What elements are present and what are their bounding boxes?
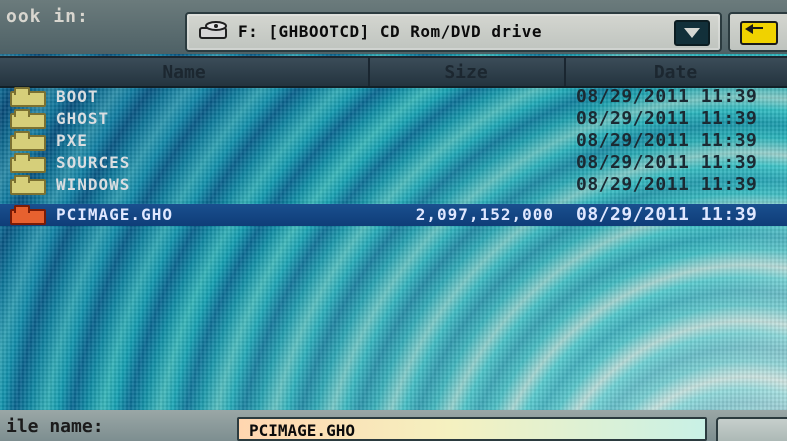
folder-icon (10, 131, 46, 151)
file-name: GHOST (56, 109, 110, 128)
file-size (368, 86, 554, 108)
column-header-name[interactable]: Name (0, 58, 370, 86)
top-bar: ook in: F: [GHBOOTCD] CD Rom/DVD drive (0, 0, 787, 54)
file-list-header: Name Size Date (0, 56, 787, 88)
up-one-level-button[interactable] (728, 12, 787, 52)
file-name-input[interactable]: PCIMAGE.GHO (237, 417, 707, 441)
folder-icon (10, 109, 46, 129)
folder-icon (10, 87, 46, 107)
column-header-date[interactable]: Date (564, 58, 787, 86)
open-button[interactable] (716, 417, 787, 441)
file-size (368, 130, 554, 152)
folder-icon (10, 153, 46, 173)
ghost-file-dialog: ook in: F: [GHBOOTCD] CD Rom/DVD drive N… (0, 0, 787, 441)
file-name: WINDOWS (56, 175, 131, 194)
file-name: PCIMAGE.GHO (56, 205, 173, 224)
file-name: SOURCES (56, 153, 131, 172)
list-item[interactable]: BOOT 08/29/2011 11:39 (0, 86, 787, 108)
bottom-bar: ile name: PCIMAGE.GHO (0, 410, 787, 441)
file-date: 08/29/2011 11:39 (576, 204, 758, 225)
file-date: 08/29/2011 11:39 (576, 130, 758, 151)
file-date: 08/29/2011 11:39 (576, 86, 758, 107)
file-size (368, 152, 554, 174)
file-date: 08/29/2011 11:39 (576, 174, 758, 195)
up-folder-icon (740, 21, 778, 45)
chevron-down-icon[interactable] (674, 20, 710, 46)
file-size (368, 108, 554, 130)
folder-icon (10, 175, 46, 195)
file-date: 08/29/2011 11:39 (576, 152, 758, 173)
file-date: 08/29/2011 11:39 (576, 108, 758, 129)
file-name-label: ile name: (6, 416, 104, 437)
ghost-image-icon (10, 205, 46, 225)
file-list[interactable]: BOOT 08/29/2011 11:39 GHOST 08/29/2011 1… (0, 86, 787, 396)
list-item[interactable]: SOURCES 08/29/2011 11:39 (0, 152, 787, 174)
file-size: 2,097,152,000 (415, 205, 554, 224)
file-size (368, 174, 554, 196)
file-name: BOOT (56, 87, 99, 106)
list-item-selected[interactable]: PCIMAGE.GHO 2,097,152,000 08/29/2011 11:… (0, 204, 787, 226)
list-item[interactable]: WINDOWS 08/29/2011 11:39 (0, 174, 787, 196)
list-item[interactable]: PXE 08/29/2011 11:39 (0, 130, 787, 152)
drive-select[interactable]: F: [GHBOOTCD] CD Rom/DVD drive (185, 12, 722, 52)
look-in-label: ook in: (6, 6, 89, 27)
drive-label: F: [GHBOOTCD] CD Rom/DVD drive (238, 22, 542, 41)
list-item[interactable]: GHOST 08/29/2011 11:39 (0, 108, 787, 130)
cd-drive-icon (199, 21, 227, 39)
file-name: PXE (56, 131, 88, 150)
column-header-size[interactable]: Size (368, 58, 566, 86)
